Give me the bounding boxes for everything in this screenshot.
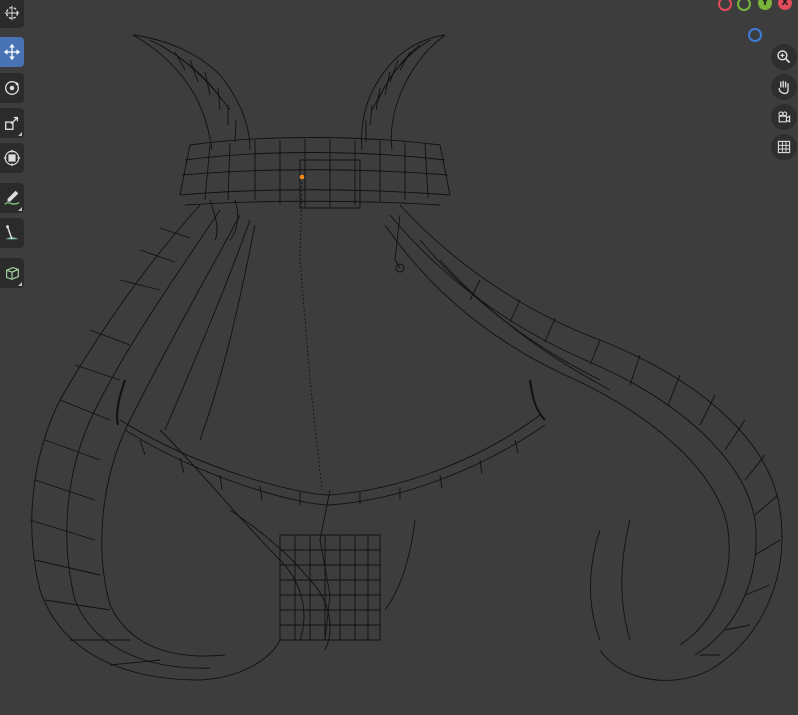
hand-icon — [778, 80, 789, 95]
ortho-toggle-button[interactable] — [771, 134, 797, 160]
rotate-tool[interactable] — [0, 73, 24, 103]
cube-icon — [6, 266, 19, 280]
measure-tool[interactable] — [0, 218, 24, 248]
zoom-button[interactable] — [771, 44, 797, 70]
annotate-tool[interactable] — [0, 183, 24, 213]
add-cube-tool[interactable] — [0, 258, 24, 288]
camera-icon — [778, 111, 791, 123]
rotate-icon — [5, 81, 20, 95]
tool-options-corner — [18, 282, 22, 286]
tool-options-corner — [18, 132, 22, 136]
axis-z-negative[interactable] — [748, 28, 762, 42]
measure-icon — [5, 225, 19, 240]
move-tool[interactable] — [0, 37, 24, 67]
axis-y-label: Y — [761, 0, 769, 8]
scale-icon — [5, 116, 19, 130]
grid-icon — [777, 140, 791, 154]
object-origin-point — [299, 174, 305, 180]
move-icon — [3, 43, 21, 61]
scale-tool[interactable] — [0, 108, 24, 138]
zoom-in-icon — [777, 50, 791, 64]
wireframe-mesh — [29, 34, 783, 681]
transform-tool[interactable] — [0, 143, 24, 173]
cursor-icon — [4, 5, 20, 21]
annotate-icon — [4, 190, 20, 205]
transform-icon — [3, 149, 21, 167]
camera-view-button[interactable] — [771, 104, 797, 130]
tool-options-corner — [18, 207, 22, 211]
cursor-tool[interactable] — [0, 0, 24, 28]
axis-x-label: X — [781, 0, 789, 8]
3d-viewport[interactable]: Y X — [0, 0, 798, 715]
pan-button[interactable] — [771, 74, 797, 100]
